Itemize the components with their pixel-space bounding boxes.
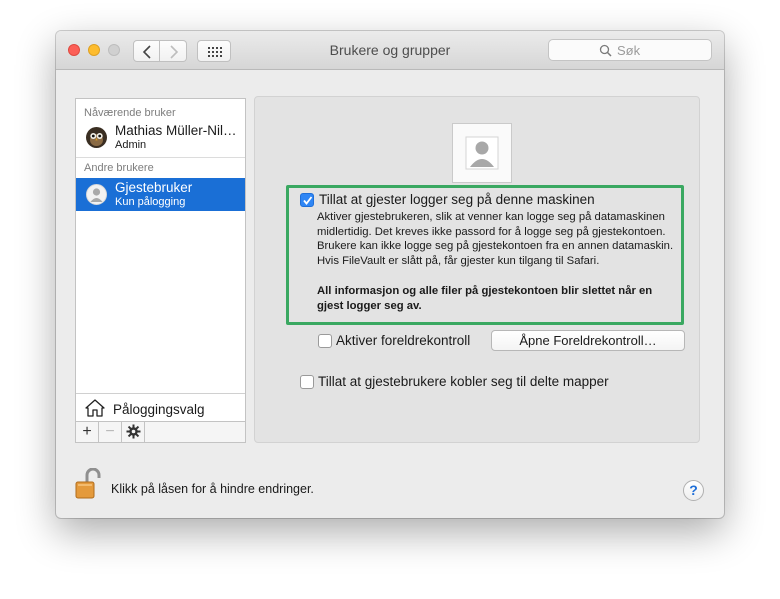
sidebar-toolbar: + − — [76, 421, 245, 442]
users-sidebar: Nåværende bruker Mathias Müller-Nil… Adm… — [75, 98, 246, 443]
login-options-label: Påloggingsvalg — [113, 402, 205, 417]
login-options-item[interactable]: Påloggingsvalg — [76, 393, 245, 421]
open-parental-controls-button[interactable]: Åpne Foreldrekontroll… — [491, 330, 685, 351]
current-user-header: Nåværende bruker — [84, 107, 176, 119]
allow-guests-checkbox[interactable] — [300, 193, 314, 207]
search-field[interactable]: Søk — [548, 39, 712, 61]
zoom-window-button[interactable] — [108, 44, 120, 56]
remove-user-button[interactable]: − — [99, 422, 122, 442]
allow-guests-label: Tillat at gjester logger seg på denne ma… — [319, 192, 595, 207]
parental-controls-label: Aktiver foreldrekontroll — [336, 333, 471, 348]
user-silhouette-icon — [465, 136, 499, 170]
owl-avatar-icon — [86, 127, 107, 148]
lock-icon[interactable] — [75, 468, 101, 500]
other-users-header: Andre brukere — [84, 162, 154, 174]
close-window-button[interactable] — [68, 44, 80, 56]
shared-folders-checkbox[interactable] — [300, 375, 314, 389]
checkmark-icon — [303, 196, 313, 205]
forward-button[interactable] — [160, 40, 187, 62]
lock-instruction-text: Klikk på låsen for å hindre endringer. — [111, 482, 314, 496]
parental-controls-checkbox[interactable] — [318, 334, 332, 348]
shared-folders-label: Tillat at gjestebrukere kobler seg til d… — [318, 374, 609, 389]
sidebar-item-guest-user[interactable]: Gjestebruker Kun pålogging — [76, 178, 245, 211]
current-user-role: Admin — [115, 139, 147, 151]
guest-picture[interactable] — [452, 123, 512, 183]
gear-icon — [126, 424, 140, 439]
guest-avatar-icon — [86, 184, 107, 205]
preferences-window: Brukere og grupper Søk Nåværende bruker … — [56, 31, 724, 518]
add-user-button[interactable]: + — [76, 422, 99, 442]
window-title: Brukere og grupper — [329, 42, 451, 58]
gear-menu-button[interactable] — [122, 422, 145, 442]
allow-guests-description: Aktiver gjestebrukeren, slik at venner k… — [317, 211, 674, 267]
help-button[interactable]: ? — [683, 480, 704, 501]
house-icon — [85, 399, 105, 417]
guest-access-highlight: Tillat at gjester logger seg på denne ma… — [286, 185, 684, 325]
chevron-right-icon — [170, 45, 179, 59]
grid-icon — [208, 47, 222, 57]
guest-user-name: Gjestebruker — [115, 180, 193, 195]
search-icon — [599, 44, 612, 57]
search-placeholder: Søk — [617, 43, 641, 58]
title-bar: Brukere og grupper Søk — [56, 31, 724, 70]
sidebar-divider — [76, 157, 245, 158]
sidebar-item-current-user[interactable]: Mathias Müller-Nil… Admin — [76, 121, 245, 154]
guest-user-role: Kun pålogging — [115, 196, 186, 208]
chevron-left-icon — [142, 45, 151, 59]
guest-settings-panel: Tillat at gjester logger seg på denne ma… — [254, 96, 700, 443]
back-button[interactable] — [133, 40, 160, 62]
show-all-button[interactable] — [197, 40, 231, 62]
guest-data-warning: All informasjon og alle filer på gjestek… — [317, 285, 653, 312]
minimize-window-button[interactable] — [88, 44, 100, 56]
current-user-name: Mathias Müller-Nil… — [115, 123, 237, 138]
